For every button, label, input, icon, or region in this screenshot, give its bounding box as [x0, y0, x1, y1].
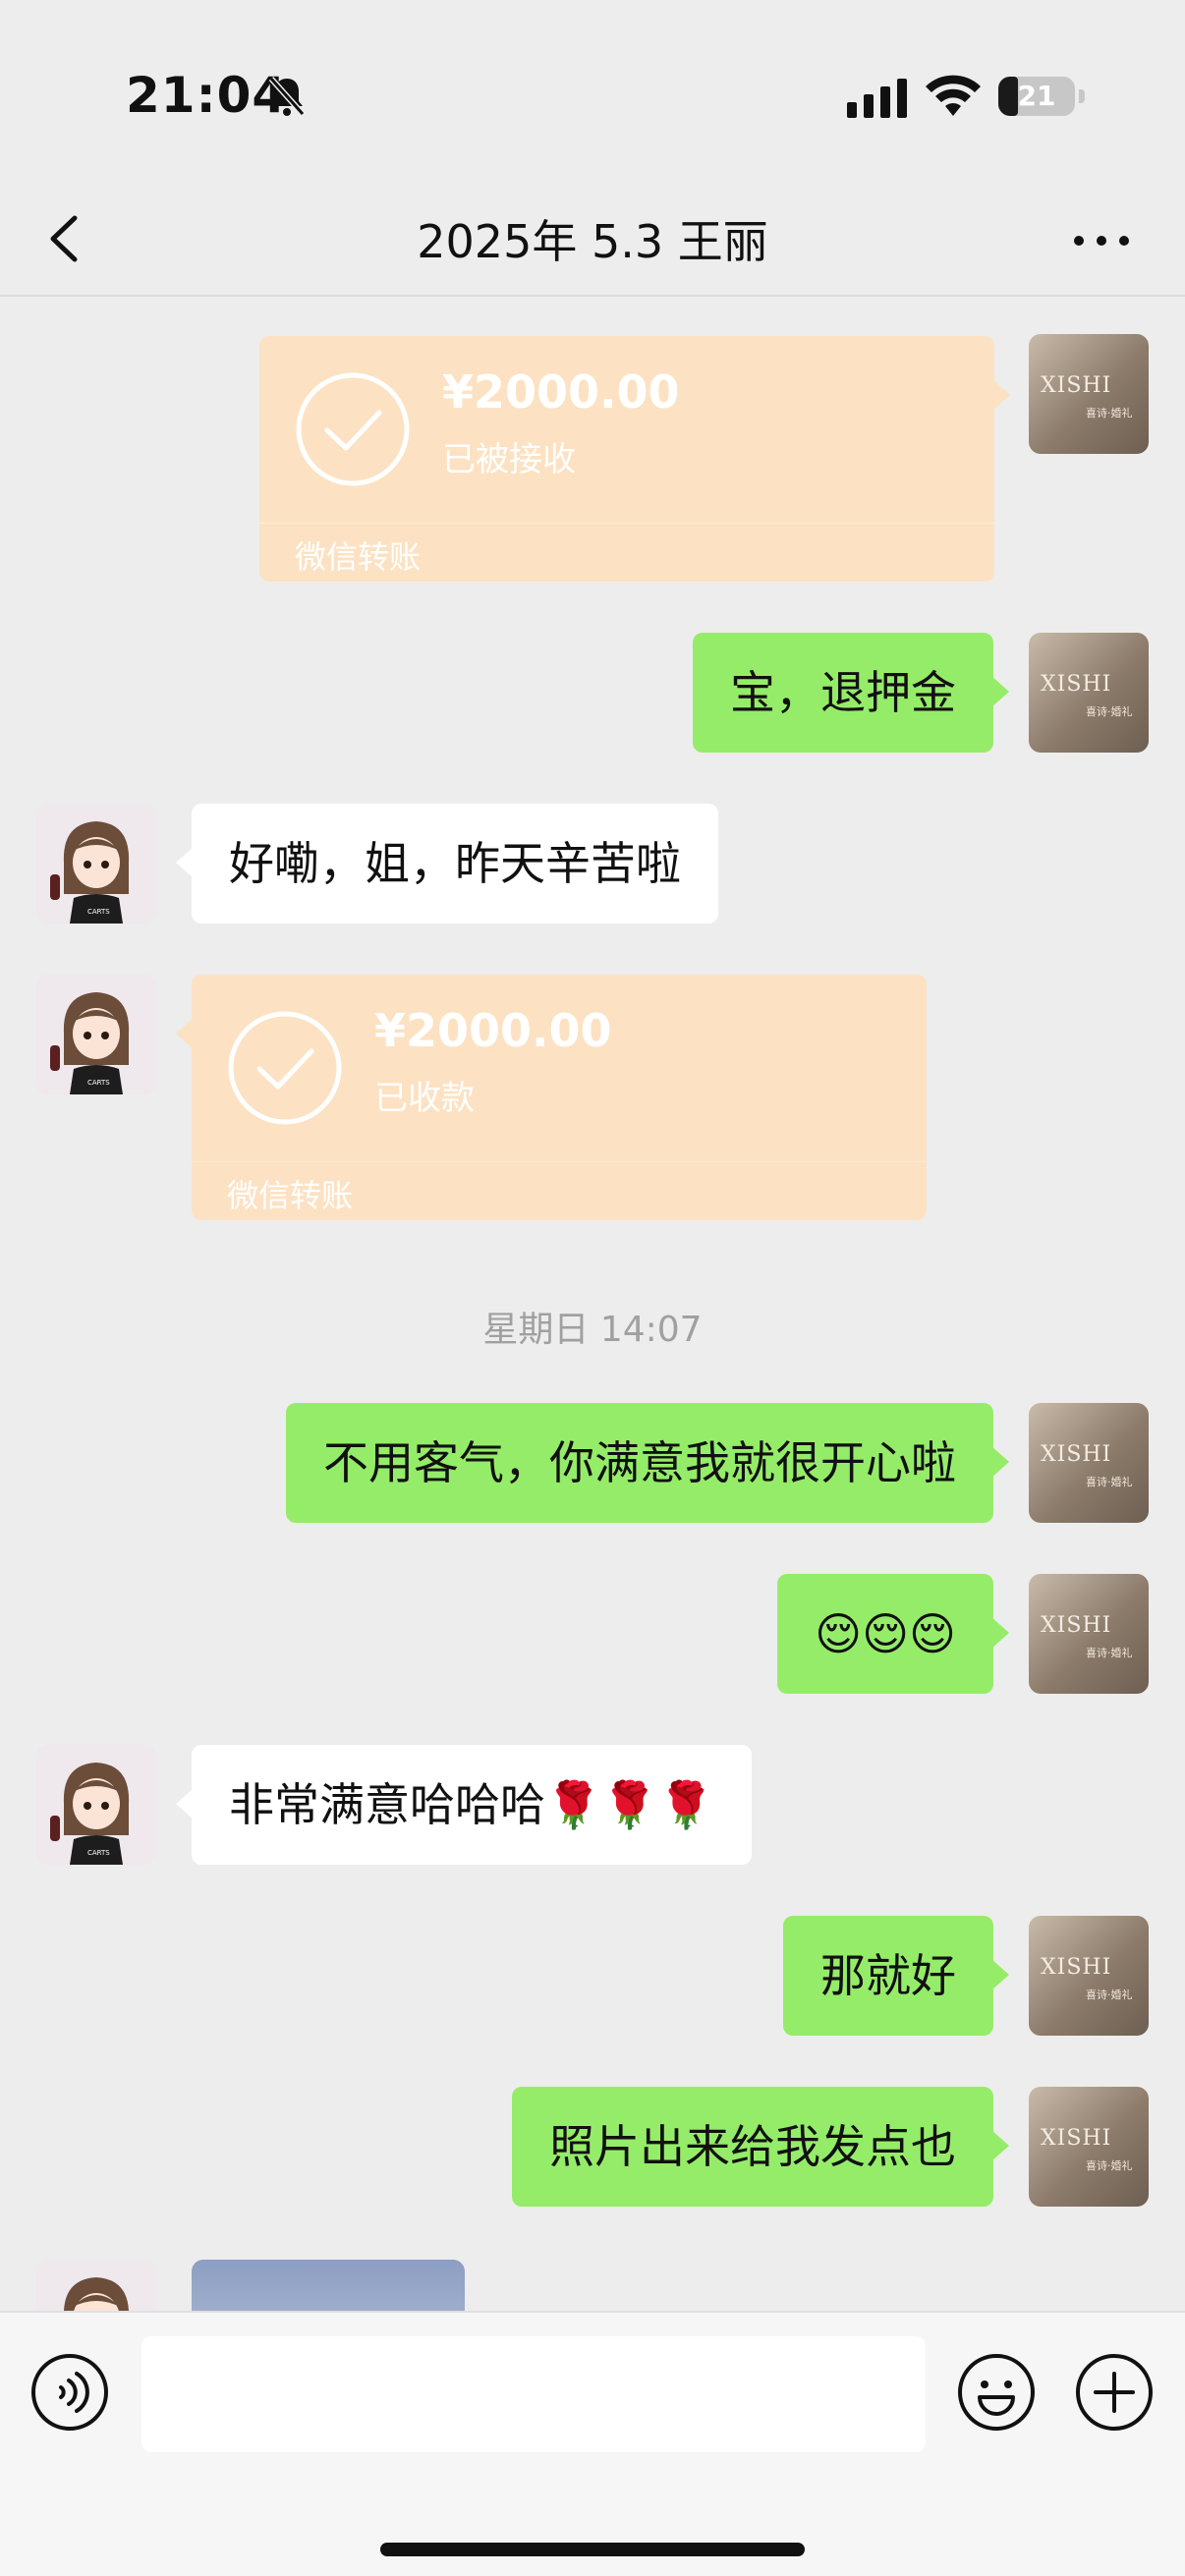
home-indicator[interactable] [380, 2543, 805, 2556]
avatar-illustration: CARTS [36, 975, 156, 1094]
bell-slash-icon [268, 77, 306, 116]
check-circle-icon [296, 372, 410, 486]
avatar-logo-sub: 喜诗·婚礼 [1086, 1647, 1133, 1659]
self-avatar[interactable]: XISHI 喜诗·婚礼 [1029, 2087, 1149, 2207]
avatar-logo: XISHI [1041, 373, 1112, 398]
transfer-amount: ¥2000.00 [442, 365, 680, 419]
message-bubble[interactable]: 照片出来给我发点也 [512, 2087, 1009, 2207]
transfer-divider [259, 523, 994, 524]
avatar-logo: XISHI [1041, 1955, 1112, 1980]
message-bubble[interactable]: 😌😌😌 [777, 1574, 1009, 1694]
self-avatar[interactable]: XISHI 喜诗·婚礼 [1029, 1403, 1149, 1523]
avatar-logo: XISHI [1041, 672, 1112, 697]
self-avatar[interactable]: XISHI 喜诗·婚礼 [1029, 1916, 1149, 2036]
nav-bar: 2025年 5.3 王丽 [0, 187, 1185, 297]
avatar-shirt-text: CARTS [87, 908, 110, 916]
chat-area[interactable]: XISHI 喜诗·婚礼 ¥2000.00 已被接收 微信转账 XISHI 喜诗·… [0, 299, 1185, 2311]
battery-level: 21 [1017, 80, 1056, 112]
contact-avatar[interactable] [36, 2260, 156, 2311]
avatar-illustration: CARTS [36, 804, 156, 924]
transfer-source: 微信转账 [227, 1177, 354, 1214]
self-avatar[interactable]: XISHI 喜诗·婚礼 [1029, 633, 1149, 753]
image-message[interactable] [192, 2260, 465, 2311]
transfer-status: 已被接收 [442, 440, 576, 479]
status-time: 21:04 [126, 67, 288, 124]
message-bubble[interactable]: 宝，退押金 [693, 633, 1009, 753]
battery-icon: 21 [998, 77, 1085, 116]
contact-avatar[interactable]: CARTS [36, 975, 156, 1094]
avatar-logo: XISHI [1041, 1613, 1112, 1638]
time-separator: 星期日 14:07 [482, 1310, 703, 1350]
more-dots-icon[interactable] [1067, 216, 1136, 265]
self-avatar[interactable]: XISHI 喜诗·婚礼 [1029, 334, 1149, 454]
voice-icon[interactable] [29, 2352, 110, 2433]
wifi-icon [926, 75, 981, 116]
check-circle-icon [228, 1011, 342, 1125]
avatar-illustration: CARTS [36, 1745, 156, 1865]
chat-title: 2025年 5.3 王丽 [417, 215, 768, 268]
message-input[interactable] [141, 2336, 926, 2452]
avatar-logo-sub: 喜诗·婚礼 [1086, 2159, 1133, 2172]
message-bubble[interactable]: 不用客气，你满意我就很开心啦 [286, 1403, 1009, 1523]
avatar-logo-sub: 喜诗·婚礼 [1086, 705, 1133, 718]
contact-avatar[interactable]: CARTS [36, 1745, 156, 1865]
avatar-shirt-text: CARTS [87, 1079, 110, 1087]
message-bubble[interactable]: 那就好 [783, 1916, 1009, 2036]
plus-icon[interactable] [1074, 2352, 1155, 2433]
status-bar: 21:04 21 [0, 0, 1185, 187]
transfer-divider [192, 1161, 927, 1162]
transfer-card[interactable]: ¥2000.00 已收款 微信转账 [176, 975, 927, 1220]
transfer-status: 已收款 [374, 1079, 475, 1118]
self-avatar[interactable]: XISHI 喜诗·婚礼 [1029, 1574, 1149, 1694]
avatar-logo: XISHI [1041, 1442, 1112, 1467]
message-bubble[interactable]: 好嘞，姐，昨天辛苦啦 [176, 804, 718, 924]
emoji-icon[interactable] [956, 2352, 1037, 2433]
avatar-logo: XISHI [1041, 2126, 1112, 2151]
transfer-amount: ¥2000.00 [374, 1004, 612, 1057]
transfer-card[interactable]: ¥2000.00 已被接收 微信转账 [259, 336, 1010, 582]
input-bar [0, 2311, 1185, 2576]
avatar-logo-sub: 喜诗·婚礼 [1086, 407, 1133, 420]
transfer-source: 微信转账 [295, 538, 422, 576]
contact-avatar[interactable]: CARTS [36, 804, 156, 924]
cellular-signal-icon [847, 79, 907, 118]
message-bubble[interactable]: 非常满意哈哈哈🌹🌹🌹 [176, 1745, 752, 1865]
avatar-illustration [36, 2260, 156, 2311]
avatar-logo-sub: 喜诗·婚礼 [1086, 1476, 1133, 1488]
avatar-shirt-text: CARTS [87, 1849, 110, 1857]
avatar-logo-sub: 喜诗·婚礼 [1086, 1988, 1133, 2001]
